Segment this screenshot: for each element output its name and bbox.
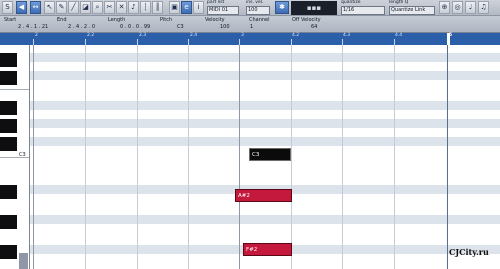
ruler[interactable]: 2 2.2 2.3 2.4 3 4.2 4.3 4.4 5: [30, 33, 500, 45]
black-key[interactable]: [0, 53, 17, 67]
arrow-tool-icon[interactable]: ↖: [44, 1, 55, 14]
black-key-row: [30, 215, 500, 224]
info-header-length: Length: [108, 17, 126, 23]
key-divider: [0, 89, 29, 90]
beat-line: [188, 45, 189, 269]
black-key-row: [30, 53, 500, 62]
line-tool-icon[interactable]: ╱: [68, 1, 79, 14]
black-key-row: [30, 71, 500, 80]
color-tool-icon[interactable]: ║: [152, 1, 163, 14]
midi-note-selected[interactable]: C3: [249, 148, 291, 161]
black-key[interactable]: [0, 137, 17, 151]
mute-tool-icon[interactable]: ♪: [128, 1, 139, 14]
chord-icon[interactable]: ♫: [478, 1, 489, 14]
length-q-select[interactable]: Quantize Link: [389, 6, 435, 15]
black-key-row: [30, 137, 500, 146]
scissors-tool-icon[interactable]: ✂: [104, 1, 115, 14]
bar-line: [239, 45, 240, 269]
watermark: CJCity.ru: [449, 247, 489, 257]
info-header-velocity: Velocity: [205, 17, 225, 23]
info-header-off-velocity: Off Velocity: [292, 17, 321, 23]
black-key[interactable]: [0, 185, 17, 199]
black-key[interactable]: [0, 245, 17, 259]
monitor-icon[interactable]: ▣: [169, 1, 180, 14]
magnify-tool-icon[interactable]: ⌕: [92, 1, 103, 14]
quantize-select[interactable]: 1/16: [341, 6, 385, 15]
ins-vel-field[interactable]: 100: [246, 6, 270, 15]
note-label: F#2: [246, 247, 258, 253]
edit-icon[interactable]: e: [181, 1, 192, 14]
keyboard-scroll-handle[interactable]: [19, 253, 28, 269]
quantize-grid-icon[interactable]: ▪▪▪: [291, 1, 337, 15]
beat-line: [394, 45, 395, 269]
ruler-label: 4.2: [292, 33, 300, 38]
piano-keyboard[interactable]: C3: [0, 45, 30, 269]
note-grid[interactable]: C3 A#2 F#2: [30, 45, 500, 269]
ruler-label: 2.2: [87, 33, 95, 38]
midi-note[interactable]: A#2: [235, 189, 292, 202]
info-value-length[interactable]: 0 . 0 . 0 . 99: [120, 24, 150, 30]
black-key[interactable]: [0, 215, 17, 229]
length-q-label: length Q: [389, 0, 409, 5]
pencil-tool-icon[interactable]: ✎: [56, 1, 67, 14]
info-value-pitch[interactable]: C3: [177, 24, 184, 30]
note-label: C3: [252, 152, 260, 158]
quantize-label: quantize: [341, 0, 361, 5]
ruler-label: 2.4: [190, 33, 198, 38]
c3-key-label: C3: [19, 152, 26, 158]
black-key-row: [30, 101, 500, 110]
ruler-label: 3: [241, 33, 244, 38]
black-key[interactable]: [0, 71, 17, 85]
beat-line: [85, 45, 86, 269]
grid-playhead: [447, 45, 448, 269]
beat-line: [342, 45, 343, 269]
info-value-channel[interactable]: 1: [250, 24, 253, 30]
glue-tool-icon[interactable]: ✕: [116, 1, 127, 14]
note-label: A#2: [238, 193, 250, 199]
black-key[interactable]: [0, 119, 17, 133]
bar-line: [33, 45, 34, 269]
autoscroll-button[interactable]: ↔: [30, 1, 41, 14]
step-input-icon[interactable]: ⊕: [439, 1, 450, 14]
black-key[interactable]: [0, 101, 17, 115]
info-header-start: Start: [4, 17, 17, 23]
ruler-label: 4.4: [395, 33, 403, 38]
ruler-corner: [0, 33, 30, 45]
eraser-tool-icon[interactable]: ◪: [80, 1, 91, 14]
part-list-label: part list: [207, 0, 225, 5]
snap-icon[interactable]: ✱: [275, 1, 289, 14]
drumstick-tool-icon[interactable]: ┆: [140, 1, 151, 14]
info-header-end: End: [57, 17, 67, 23]
info-value-end[interactable]: 2 . 4 . 2 . 0: [68, 24, 95, 30]
beat-line: [137, 45, 138, 269]
ruler-label: 2: [35, 33, 38, 38]
toolbar: S ◀ ↔ ↖ ✎ ╱ ◪ ⌕ ✂ ✕ ♪ ┆ ║ ▣ e i part lis…: [0, 0, 500, 16]
black-key-row: [30, 119, 500, 128]
ruler-label: 4.3: [343, 33, 351, 38]
info-header-pitch: Pitch: [160, 17, 173, 23]
listen-button[interactable]: ◀: [16, 1, 27, 14]
midi-input-icon[interactable]: ◎: [452, 1, 463, 14]
info-line: Start End Length Pitch Velocity Channel …: [0, 16, 500, 33]
midi-note[interactable]: F#2: [243, 243, 292, 256]
info-icon[interactable]: i: [193, 1, 204, 14]
beat-line: [291, 45, 292, 269]
solo-button[interactable]: S: [2, 1, 13, 14]
ruler-label: 2.3: [139, 33, 147, 38]
info-value-off-velocity[interactable]: 64: [311, 24, 317, 30]
info-value-velocity[interactable]: 100: [220, 24, 230, 30]
playhead-line[interactable]: [447, 33, 450, 45]
pitch-icon[interactable]: ♩: [465, 1, 476, 14]
ins-vel-label: ins. vel.: [246, 0, 264, 5]
info-value-start[interactable]: 2 . 4 . 1 . 21: [18, 24, 48, 30]
info-header-channel: Channel: [249, 17, 270, 23]
part-list-select[interactable]: MIDI 01: [207, 6, 239, 15]
